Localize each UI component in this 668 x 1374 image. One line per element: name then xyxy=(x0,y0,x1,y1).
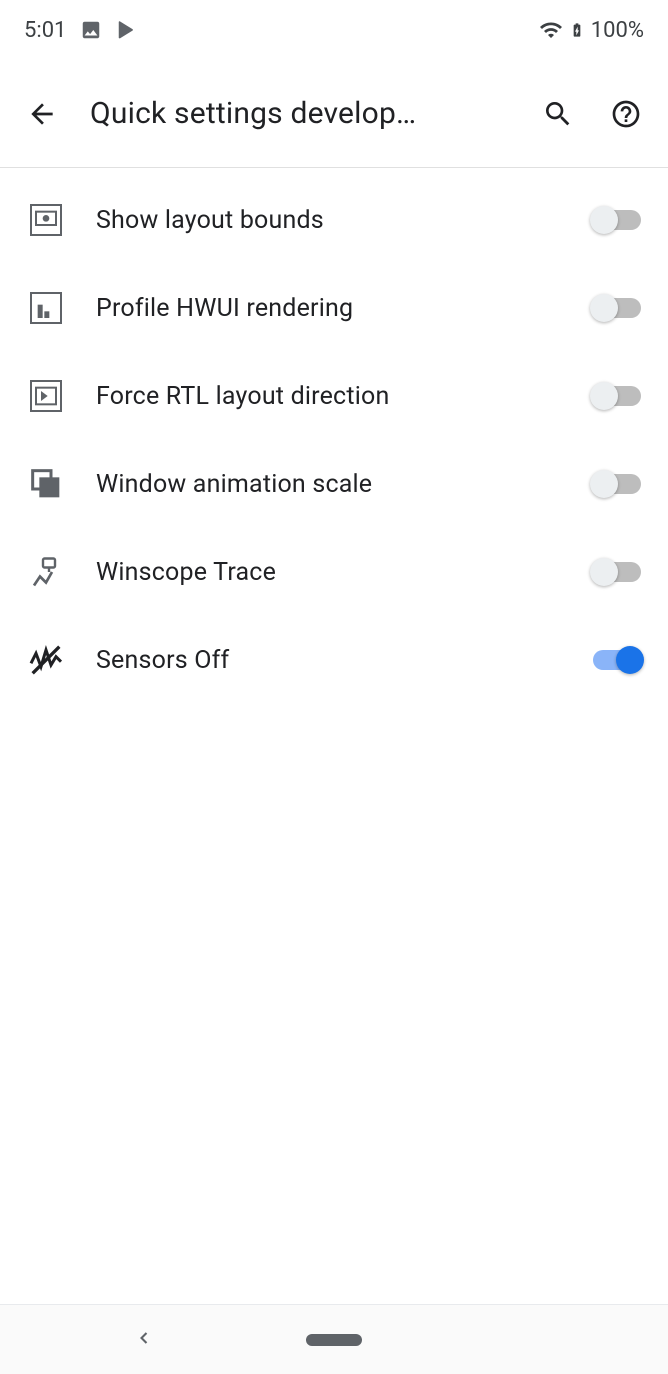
setting-window-animation[interactable]: Window animation scale xyxy=(0,440,668,528)
layout-bounds-icon xyxy=(24,198,68,242)
setting-force-rtl[interactable]: Force RTL layout direction xyxy=(0,352,668,440)
status-bar: 5:01 100% xyxy=(0,0,668,60)
toggle-switch[interactable] xyxy=(590,644,644,676)
battery-percent: 100% xyxy=(591,18,644,43)
setting-winscope-trace[interactable]: Winscope Trace xyxy=(0,528,668,616)
page-title: Quick settings develop… xyxy=(90,96,510,131)
nav-back-button[interactable] xyxy=(134,1328,154,1352)
status-time: 5:01 xyxy=(24,18,66,43)
setting-sensors-off[interactable]: Sensors Off xyxy=(0,616,668,704)
toggle-switch[interactable] xyxy=(590,380,644,412)
setting-show-layout-bounds[interactable]: Show layout bounds xyxy=(0,176,668,264)
setting-label: Sensors Off xyxy=(96,646,562,675)
battery-icon xyxy=(569,18,585,42)
wifi-icon xyxy=(539,18,563,42)
nav-home-pill[interactable] xyxy=(306,1334,362,1346)
profile-hwui-icon xyxy=(24,286,68,330)
setting-label: Winscope Trace xyxy=(96,558,562,587)
navigation-bar xyxy=(0,1304,668,1374)
play-store-icon xyxy=(116,19,138,41)
window-animation-icon xyxy=(24,462,68,506)
back-button[interactable] xyxy=(22,94,62,134)
setting-label: Force RTL layout direction xyxy=(96,382,562,411)
help-button[interactable] xyxy=(606,94,646,134)
app-bar: Quick settings develop… xyxy=(0,60,668,168)
setting-profile-hwui[interactable]: Profile HWUI rendering xyxy=(0,264,668,352)
toggle-switch[interactable] xyxy=(590,204,644,236)
rtl-icon xyxy=(24,374,68,418)
toggle-switch[interactable] xyxy=(590,468,644,500)
toggle-switch[interactable] xyxy=(590,292,644,324)
settings-list: Show layout bounds Profile HWUI renderin… xyxy=(0,168,668,704)
winscope-icon xyxy=(24,550,68,594)
setting-label: Profile HWUI rendering xyxy=(96,294,562,323)
setting-label: Window animation scale xyxy=(96,470,562,499)
setting-label: Show layout bounds xyxy=(96,206,562,235)
toggle-switch[interactable] xyxy=(590,556,644,588)
image-notification-icon xyxy=(80,19,102,41)
search-button[interactable] xyxy=(538,94,578,134)
sensors-off-icon xyxy=(24,638,68,682)
